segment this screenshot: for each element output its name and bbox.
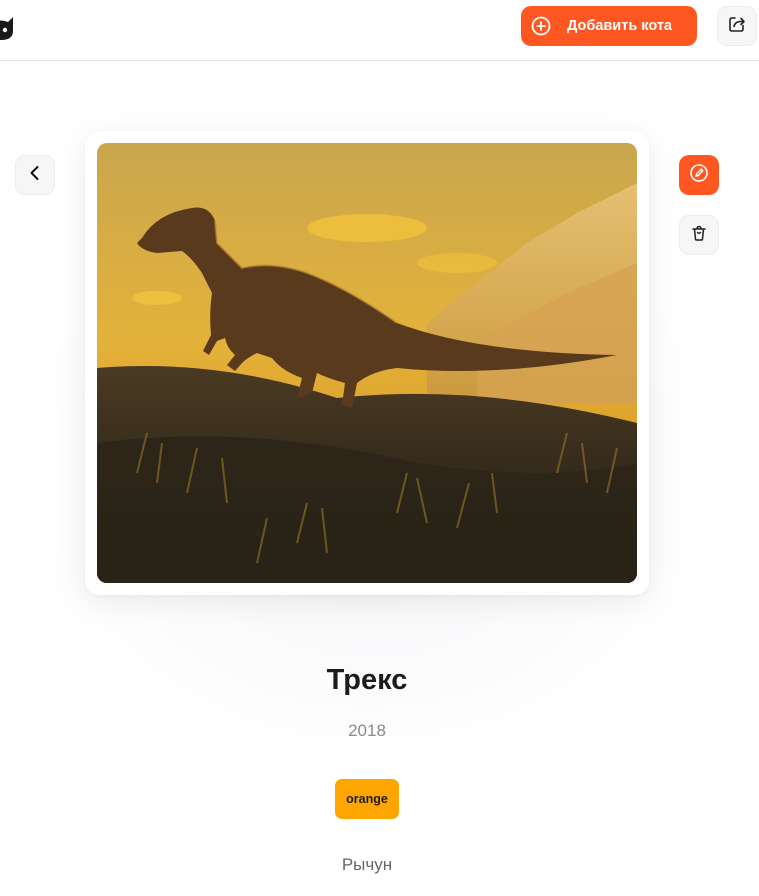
share-button[interactable] (717, 6, 757, 46)
cat-card (85, 131, 649, 595)
back-button[interactable] (15, 155, 55, 195)
cat-year: 2018 (348, 721, 386, 740)
cat-logo-icon[interactable] (0, 11, 16, 41)
dinosaur-photo[interactable] (97, 143, 637, 583)
color-tag-wrapper: orange (0, 779, 734, 819)
delete-button[interactable] (679, 215, 719, 255)
cat-name: Трекс (326, 664, 408, 696)
add-cat-button[interactable]: Добавить кота (521, 6, 697, 46)
chevron-left-icon (26, 164, 44, 187)
share-icon (727, 14, 747, 39)
top-header: Добавить кота (0, 0, 759, 61)
trash-icon (689, 223, 709, 248)
add-cat-button-label: Добавить кота (567, 18, 672, 34)
plus-circle-icon (531, 16, 551, 36)
edit-button[interactable] (679, 155, 719, 195)
cat-description: Рычун (341, 855, 393, 874)
page: Добавить кота Трекс 2018 orange Рычун (0, 0, 759, 896)
color-tag: orange (335, 779, 399, 819)
edit-icon (689, 163, 709, 188)
